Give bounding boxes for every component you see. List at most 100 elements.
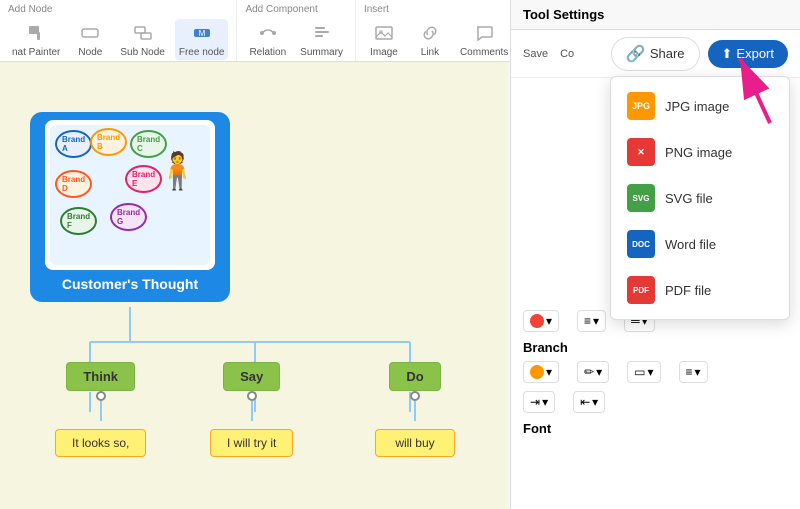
- co-btn[interactable]: Co: [560, 48, 574, 60]
- insert-title: Insert: [364, 4, 389, 15]
- save-btn[interactable]: Save: [523, 48, 548, 60]
- node-btn[interactable]: Node: [70, 19, 110, 60]
- do-connector: [410, 391, 420, 401]
- fill-color-dot: [530, 365, 544, 379]
- jpg-text: JPG: [632, 101, 650, 111]
- export-jpg[interactable]: JPG JPG image: [611, 83, 789, 129]
- format-painter-icon: [24, 21, 48, 45]
- branch-style-btn[interactable]: ≡ ▾: [679, 361, 708, 383]
- line-color-btn[interactable]: ▾: [523, 310, 559, 332]
- fill-color-btn[interactable]: ▾: [523, 361, 559, 383]
- comments-btn[interactable]: Comments: [456, 19, 512, 60]
- image-icon: [372, 21, 396, 45]
- add-component-title: Add Component: [245, 4, 317, 15]
- pen-btn[interactable]: ✏ ▾: [577, 361, 609, 383]
- pen-icon: ✏: [584, 365, 594, 379]
- png-icon: ✕: [627, 138, 655, 166]
- summary-btn[interactable]: Summary: [296, 19, 347, 60]
- comments-label: Comments: [460, 47, 508, 58]
- export-svg[interactable]: SVG SVG file: [611, 175, 789, 221]
- sub-node-btn[interactable]: Sub Node: [116, 19, 168, 60]
- export-label: Export: [736, 46, 774, 61]
- insert-items: Image Link Comments: [364, 19, 512, 60]
- add-node-items: nat Painter Node Sub Node M Free node: [8, 19, 228, 60]
- link-btn[interactable]: Link: [410, 19, 450, 60]
- image-label: Image: [370, 47, 398, 58]
- indent-chevron: ▾: [542, 395, 548, 409]
- indent-icon: ⇥: [530, 395, 540, 409]
- branch-title: Branch: [523, 340, 788, 355]
- line-style-btn[interactable]: ≡ ▾: [577, 310, 606, 332]
- svg-label: SVG file: [665, 191, 713, 206]
- think-branch: Think It looks so,: [55, 362, 146, 457]
- canvas-area[interactable]: BrandA BrandB BrandC BrandD BrandE Brand…: [0, 62, 508, 509]
- svg-text: SVG: [633, 194, 650, 203]
- align-icon: ⇤: [580, 395, 590, 409]
- font-title: Font: [523, 421, 788, 436]
- relation-icon: [256, 21, 280, 45]
- image-btn[interactable]: Image: [364, 19, 404, 60]
- word-text: DOC: [632, 240, 650, 249]
- line-style-chevron: ▾: [593, 314, 599, 328]
- line-color-dot: [530, 314, 544, 328]
- say-branch: Say I will try it: [210, 362, 293, 457]
- pdf-text: PDF: [633, 286, 649, 295]
- tool-settings-panel: Tool Settings Save Co 🔗 Share ⬆ Export J…: [510, 0, 800, 509]
- indent-btn[interactable]: ⇥ ▾: [523, 391, 555, 413]
- tool-settings-title: Tool Settings: [523, 7, 604, 22]
- do-branch: Do will buy: [375, 362, 455, 457]
- format-painter-btn[interactable]: nat Painter: [8, 19, 64, 60]
- pdf-icon: PDF: [627, 276, 655, 304]
- insert-section: Insert Image Link Comments: [356, 0, 521, 61]
- pdf-label: PDF file: [665, 283, 711, 298]
- add-component-section: Add Component Relation Summary: [237, 0, 356, 61]
- share-button[interactable]: 🔗 Share: [611, 37, 700, 71]
- svg-text:M: M: [198, 29, 205, 38]
- think-connector: [96, 391, 106, 401]
- add-node-section: Add Node nat Painter Node Sub Node: [0, 0, 237, 61]
- do-child[interactable]: will buy: [375, 429, 455, 457]
- think-node[interactable]: Think: [66, 362, 135, 391]
- free-node-btn[interactable]: M Free node: [175, 19, 229, 60]
- line-color-chevron: ▾: [546, 314, 552, 328]
- export-icon: ⬆: [722, 46, 733, 62]
- link-label: Link: [421, 47, 439, 58]
- share-label: Share: [650, 46, 685, 61]
- free-node-label: Free node: [179, 47, 225, 58]
- mind-map: BrandA BrandB BrandC BrandD BrandE Brand…: [0, 62, 508, 509]
- central-node-text: Customer's Thought: [62, 276, 198, 292]
- rect-icon: ▭: [634, 365, 645, 379]
- branch-style-icon: ≡: [686, 365, 693, 379]
- pen-chevron: ▾: [596, 365, 602, 379]
- central-node[interactable]: BrandA BrandB BrandC BrandD BrandE Brand…: [30, 112, 230, 302]
- node-icon: [78, 21, 102, 45]
- do-node[interactable]: Do: [389, 362, 440, 391]
- say-child[interactable]: I will try it: [210, 429, 293, 457]
- summary-label: Summary: [300, 47, 343, 58]
- svg-icon: SVG: [627, 184, 655, 212]
- style-controls: ▾ ≡ ▾ ═ ▾ Branch ▾ ✏ ▾: [511, 310, 800, 442]
- say-node[interactable]: Say: [223, 362, 280, 391]
- comments-icon: [472, 21, 496, 45]
- free-node-icon: M: [190, 21, 214, 45]
- summary-icon: [310, 21, 334, 45]
- relation-btn[interactable]: Relation: [245, 19, 290, 60]
- align-chevron: ▾: [592, 395, 598, 409]
- jpg-label: JPG image: [665, 99, 729, 114]
- align-btn[interactable]: ⇤ ▾: [573, 391, 605, 413]
- png-text: ✕: [637, 147, 645, 158]
- word-icon: DOC: [627, 230, 655, 258]
- png-label: PNG image: [665, 145, 732, 160]
- line-style-icon: ≡: [584, 314, 591, 328]
- export-button[interactable]: ⬆ Export: [708, 40, 788, 68]
- think-child[interactable]: It looks so,: [55, 429, 146, 457]
- tool-settings-header: Tool Settings: [511, 0, 800, 30]
- export-png[interactable]: ✕ PNG image: [611, 129, 789, 175]
- export-word[interactable]: DOC Word file: [611, 221, 789, 267]
- jpg-icon: JPG: [627, 92, 655, 120]
- sub-node-icon: [131, 21, 155, 45]
- rect-btn[interactable]: ▭ ▾: [627, 361, 660, 383]
- branch-row2: ⇥ ▾ ⇤ ▾: [523, 391, 788, 413]
- export-pdf[interactable]: PDF PDF file: [611, 267, 789, 313]
- share-export-bar: Save Co 🔗 Share ⬆ Export: [511, 30, 800, 78]
